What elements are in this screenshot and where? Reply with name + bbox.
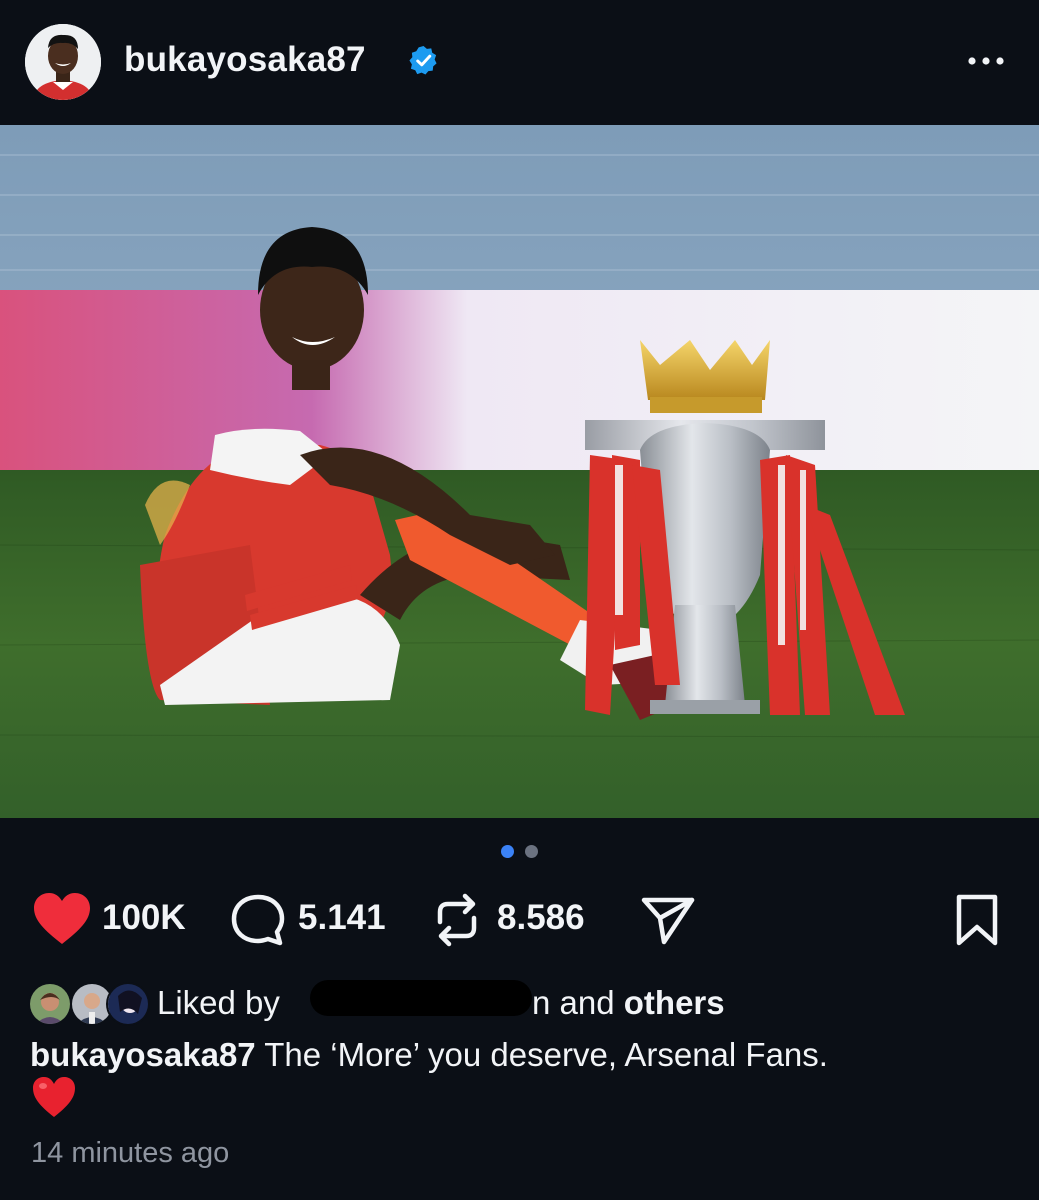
carousel-dot <box>525 845 538 858</box>
repost-icon[interactable] <box>432 892 482 948</box>
comments-count[interactable]: 5.141 <box>298 898 386 938</box>
caption-username[interactable]: bukayosaka87 <box>30 1036 256 1073</box>
post-username[interactable]: bukayosaka87 <box>124 40 366 80</box>
post-caption: bukayosaka87 The ‘More’ you deserve, Ars… <box>30 1034 1020 1075</box>
profile-avatar[interactable] <box>25 24 101 100</box>
more-options-icon[interactable] <box>966 48 1006 74</box>
post-image[interactable] <box>0 125 1039 818</box>
redacted-suffix: n <box>532 984 551 1021</box>
liker-avatar <box>106 982 150 1026</box>
carousel-indicator <box>0 845 1039 861</box>
carousel-dot-active <box>501 845 514 858</box>
post-timestamp: 14 minutes ago <box>31 1137 230 1169</box>
liked-by-prefix: Liked by <box>157 984 280 1021</box>
liker-avatar <box>28 982 72 1026</box>
likes-count[interactable]: 100K <box>102 898 186 938</box>
comment-bubble-icon[interactable] <box>230 893 286 947</box>
redacted-username <box>310 980 532 1016</box>
liked-by-tail: n and others <box>532 984 725 1022</box>
caption-text: The ‘More’ you deserve, Arsenal Fans. <box>264 1036 828 1073</box>
liked-by-others[interactable]: others <box>624 984 725 1021</box>
liked-by-and: and <box>559 984 615 1021</box>
send-icon[interactable] <box>640 894 696 946</box>
red-heart-emoji <box>33 1077 75 1117</box>
heart-icon[interactable] <box>32 892 92 946</box>
verified-badge-icon <box>409 45 437 75</box>
bookmark-icon[interactable] <box>955 893 999 947</box>
reposts-count[interactable]: 8.586 <box>497 898 585 938</box>
liked-by-row[interactable]: Liked by n and others <box>0 978 1039 1028</box>
post-header: bukayosaka87 <box>0 0 1039 125</box>
action-bar: 100K 5.141 8.586 <box>0 890 1039 950</box>
